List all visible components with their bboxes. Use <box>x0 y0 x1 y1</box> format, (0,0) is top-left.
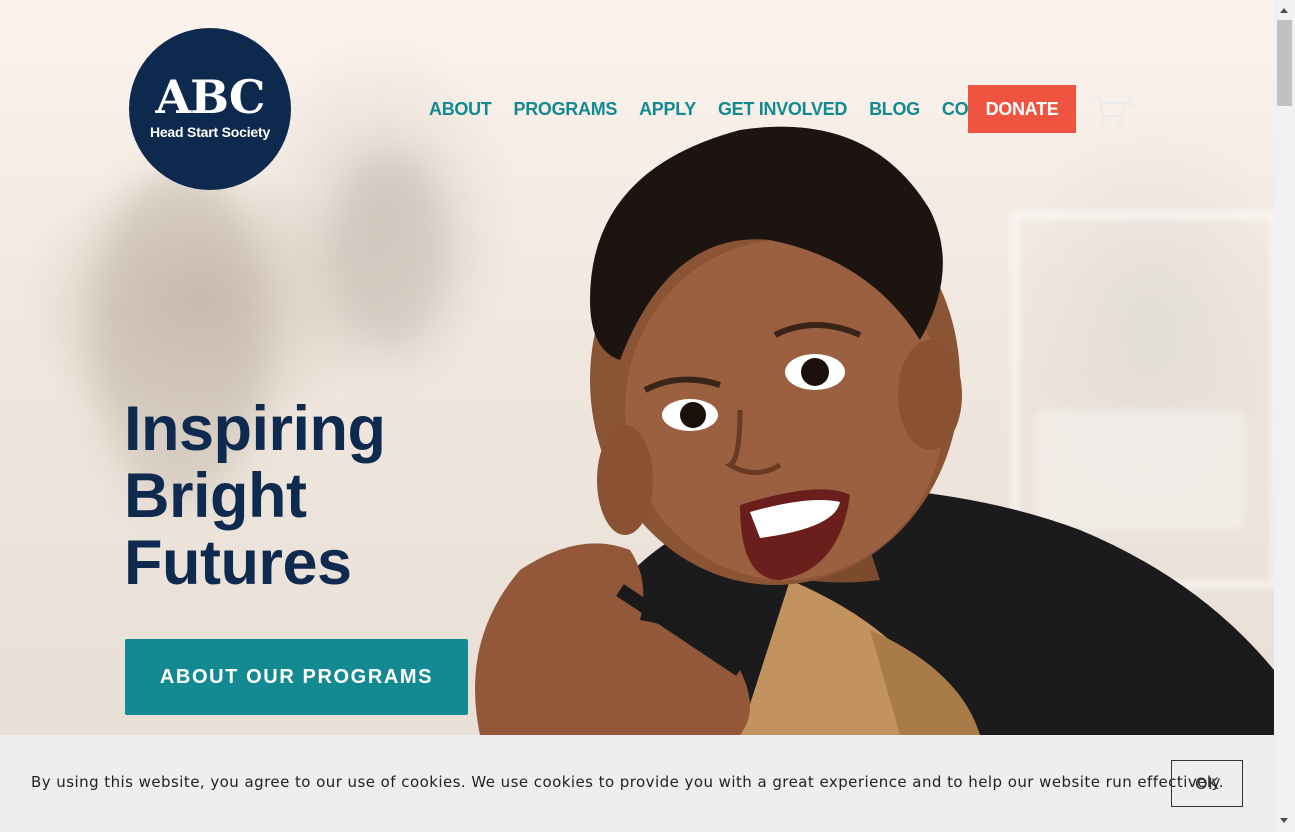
nav-blog[interactable]: BLOG <box>869 99 920 120</box>
page-scrollbar[interactable] <box>1274 0 1295 832</box>
cart-icon[interactable] <box>1092 94 1128 128</box>
cookie-banner: By using this website, you agree to our … <box>0 735 1274 832</box>
cookie-message: By using this website, you agree to our … <box>31 773 1224 791</box>
scroll-up-icon[interactable] <box>1280 8 1288 13</box>
scroll-down-icon[interactable] <box>1280 818 1288 823</box>
headline-line: Bright <box>124 461 307 531</box>
site-logo[interactable]: ABC Head Start Society <box>129 28 291 190</box>
headline-line: Futures <box>124 528 352 598</box>
cart-count: 0 <box>1127 95 1135 110</box>
cookie-ok-button[interactable]: OK <box>1171 760 1243 807</box>
nav-get-involved[interactable]: GET INVOLVED <box>718 99 847 120</box>
about-programs-button[interactable]: ABOUT OUR PROGRAMS <box>125 639 468 715</box>
background-blur <box>330 150 450 350</box>
hero-child-photo <box>475 126 1274 735</box>
logo-wordmark: ABC <box>155 70 265 124</box>
nav-apply[interactable]: APPLY <box>639 99 696 120</box>
logo-subtitle: Head Start Society <box>149 124 271 140</box>
donate-button[interactable]: DONATE <box>968 85 1076 133</box>
scrollbar-thumb[interactable] <box>1277 20 1292 106</box>
nav-about[interactable]: ABOUT <box>429 99 492 120</box>
main-nav: ABOUT PROGRAMS APPLY GET INVOLVED BLOG C… <box>418 85 1037 133</box>
nav-programs[interactable]: PROGRAMS <box>514 99 618 120</box>
hero-headline: Inspiring Bright Futures <box>124 396 386 597</box>
headline-line: Inspiring <box>124 394 386 464</box>
